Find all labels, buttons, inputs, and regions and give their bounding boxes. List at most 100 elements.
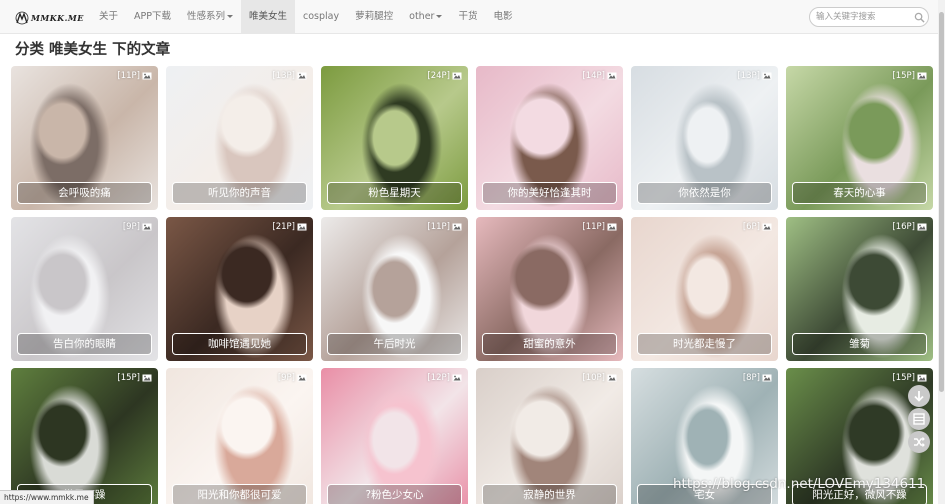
- card-title[interactable]: 甜蜜的意外: [482, 333, 617, 355]
- card-title[interactable]: 寂静的世界: [482, 484, 617, 504]
- photo-count: [9P]: [278, 373, 307, 383]
- nav-item-label: 关于: [99, 11, 119, 22]
- photo-count: [11P]: [117, 71, 152, 81]
- image-icon: [607, 374, 617, 382]
- image-icon: [452, 223, 462, 231]
- search-icon[interactable]: [914, 12, 925, 23]
- article-card[interactable]: [6P] 时光都走慢了: [631, 217, 778, 361]
- photo-count: [16P]: [892, 222, 927, 232]
- photo-count: [10P]: [582, 373, 617, 383]
- photo-count-label: [9P]: [277, 373, 295, 383]
- photo-count: [6P]: [743, 222, 772, 232]
- card-title[interactable]: 粉色星期天: [327, 182, 462, 204]
- photo-count-label: [8P]: [742, 373, 760, 383]
- article-grid: [11P] 会呼吸的痛 [13P] 听见你的声音 [24P] 粉色星期天 [14P] 你的美好…: [11, 66, 936, 504]
- nav-item-6[interactable]: 萝莉腿控: [347, 0, 401, 34]
- main-nav: 关于 APP下载 性感系列 唯美女生 cosplay 萝莉腿控 other 干货 电影: [91, 0, 520, 34]
- nav-item-label: 干货: [458, 11, 478, 22]
- photo-count: [13P]: [272, 71, 307, 81]
- random-button[interactable]: [908, 431, 930, 453]
- nav-item-1[interactable]: 关于: [91, 0, 126, 34]
- image-icon: [452, 374, 462, 382]
- card-title[interactable]: 春天的心事: [792, 182, 927, 204]
- article-card[interactable]: [11P] 午后时光: [321, 217, 468, 361]
- nav-item-9[interactable]: 电影: [485, 0, 520, 34]
- photo-count-label: [15P]: [117, 373, 140, 383]
- card-title[interactable]: 雏菊: [792, 333, 927, 355]
- image-icon: [917, 72, 927, 80]
- card-title[interactable]: 你依然是你: [637, 182, 772, 204]
- card-title[interactable]: 咖啡馆遇见她: [172, 333, 307, 355]
- image-icon: [917, 223, 927, 231]
- article-card[interactable]: [13P] 听见你的声音: [166, 66, 313, 210]
- article-card[interactable]: [9P] 告白你的眼睛: [11, 217, 158, 361]
- image-icon: [142, 72, 152, 80]
- article-card[interactable]: [12P] ?粉色少女心: [321, 368, 468, 504]
- shuffle-icon: [914, 437, 925, 447]
- article-card[interactable]: [13P] 你依然是你: [631, 66, 778, 210]
- image-icon: [917, 374, 927, 382]
- nav-item-3[interactable]: 性感系列: [179, 0, 241, 34]
- article-card[interactable]: [11P] 甜蜜的意外: [476, 217, 623, 361]
- qrcode-icon: [913, 413, 925, 425]
- image-icon: [762, 223, 772, 231]
- image-icon: [142, 223, 152, 231]
- card-title[interactable]: 时光都走慢了: [637, 333, 772, 355]
- photo-count: [21P]: [272, 222, 307, 232]
- watermark-text: https://blog.csdn.net/LOVEmy134611: [673, 476, 926, 492]
- image-icon: [452, 72, 462, 80]
- article-card[interactable]: [15P]微风不躁: [11, 368, 158, 504]
- image-icon: [297, 374, 307, 382]
- article-card[interactable]: [15P] 春天的心事: [786, 66, 933, 210]
- card-title[interactable]: 听见你的声音: [172, 182, 307, 204]
- photo-count: [15P]: [117, 373, 152, 383]
- nav-item-label: other: [409, 11, 435, 22]
- photo-count-label: [10P]: [582, 373, 605, 383]
- image-icon: [297, 72, 307, 80]
- top-navbar: MMKK.ME 关于 APP下载 性感系列 唯美女生 cosplay 萝莉腿控 other 干…: [0, 0, 945, 34]
- article-card[interactable]: [11P] 会呼吸的痛: [11, 66, 158, 210]
- caret-down-icon: [436, 15, 443, 18]
- nav-item-label: 萝莉腿控: [355, 11, 394, 22]
- search-input[interactable]: [816, 10, 908, 24]
- page-title: 分类 唯美女生 下的文章: [15, 42, 171, 58]
- card-title[interactable]: 告白你的眼睛: [17, 333, 152, 355]
- photo-count-label: [11P]: [117, 71, 140, 81]
- article-card[interactable]: [24P] 粉色星期天: [321, 66, 468, 210]
- card-title[interactable]: ?粉色少女心: [327, 484, 462, 504]
- nav-item-2[interactable]: APP下载: [126, 0, 179, 34]
- nav-item-label: APP下载: [134, 11, 171, 22]
- photo-count: [15P]: [892, 71, 927, 81]
- image-icon: [762, 374, 772, 382]
- article-card[interactable]: [21P] 咖啡馆遇见她: [166, 217, 313, 361]
- nav-item-label: 唯美女生: [249, 11, 288, 22]
- photo-count: [11P]: [582, 222, 617, 232]
- article-card[interactable]: [14P] 你的美好恰逢其时: [476, 66, 623, 210]
- card-title[interactable]: 会呼吸的痛: [17, 182, 152, 204]
- scroll-down-button[interactable]: [908, 385, 930, 407]
- site-logo[interactable]: MMKK.ME: [15, 9, 84, 27]
- nav-item-4[interactable]: 唯美女生: [241, 0, 296, 34]
- page-scrollbar[interactable]: [938, 0, 945, 504]
- article-card[interactable]: [9P] 阳光和你都很可爱: [166, 368, 313, 504]
- photo-count: [9P]: [123, 222, 152, 232]
- photo-count: [8P]: [743, 373, 772, 383]
- nav-item-7[interactable]: other: [401, 0, 450, 34]
- photo-count: [13P]: [737, 71, 772, 81]
- article-card[interactable]: [10P] 寂静的世界: [476, 368, 623, 504]
- photo-count-label: [16P]: [892, 222, 915, 232]
- qrcode-button[interactable]: [908, 408, 930, 430]
- card-title[interactable]: 午后时光: [327, 333, 462, 355]
- photo-count-label: [14P]: [582, 71, 605, 81]
- nav-item-5[interactable]: cosplay: [295, 0, 347, 34]
- card-title[interactable]: 你的美好恰逢其时: [482, 182, 617, 204]
- photo-count-label: [13P]: [272, 71, 295, 81]
- nav-item-label: 电影: [493, 11, 513, 22]
- article-card[interactable]: [16P] 雏菊: [786, 217, 933, 361]
- brand-name: MMKK.ME: [31, 13, 84, 23]
- nav-item-8[interactable]: 干货: [450, 0, 485, 34]
- photo-count-label: [15P]: [892, 373, 915, 383]
- scrollbar-thumb[interactable]: [939, 12, 944, 392]
- image-icon: [142, 374, 152, 382]
- card-title[interactable]: 阳光和你都很可爱: [172, 484, 307, 504]
